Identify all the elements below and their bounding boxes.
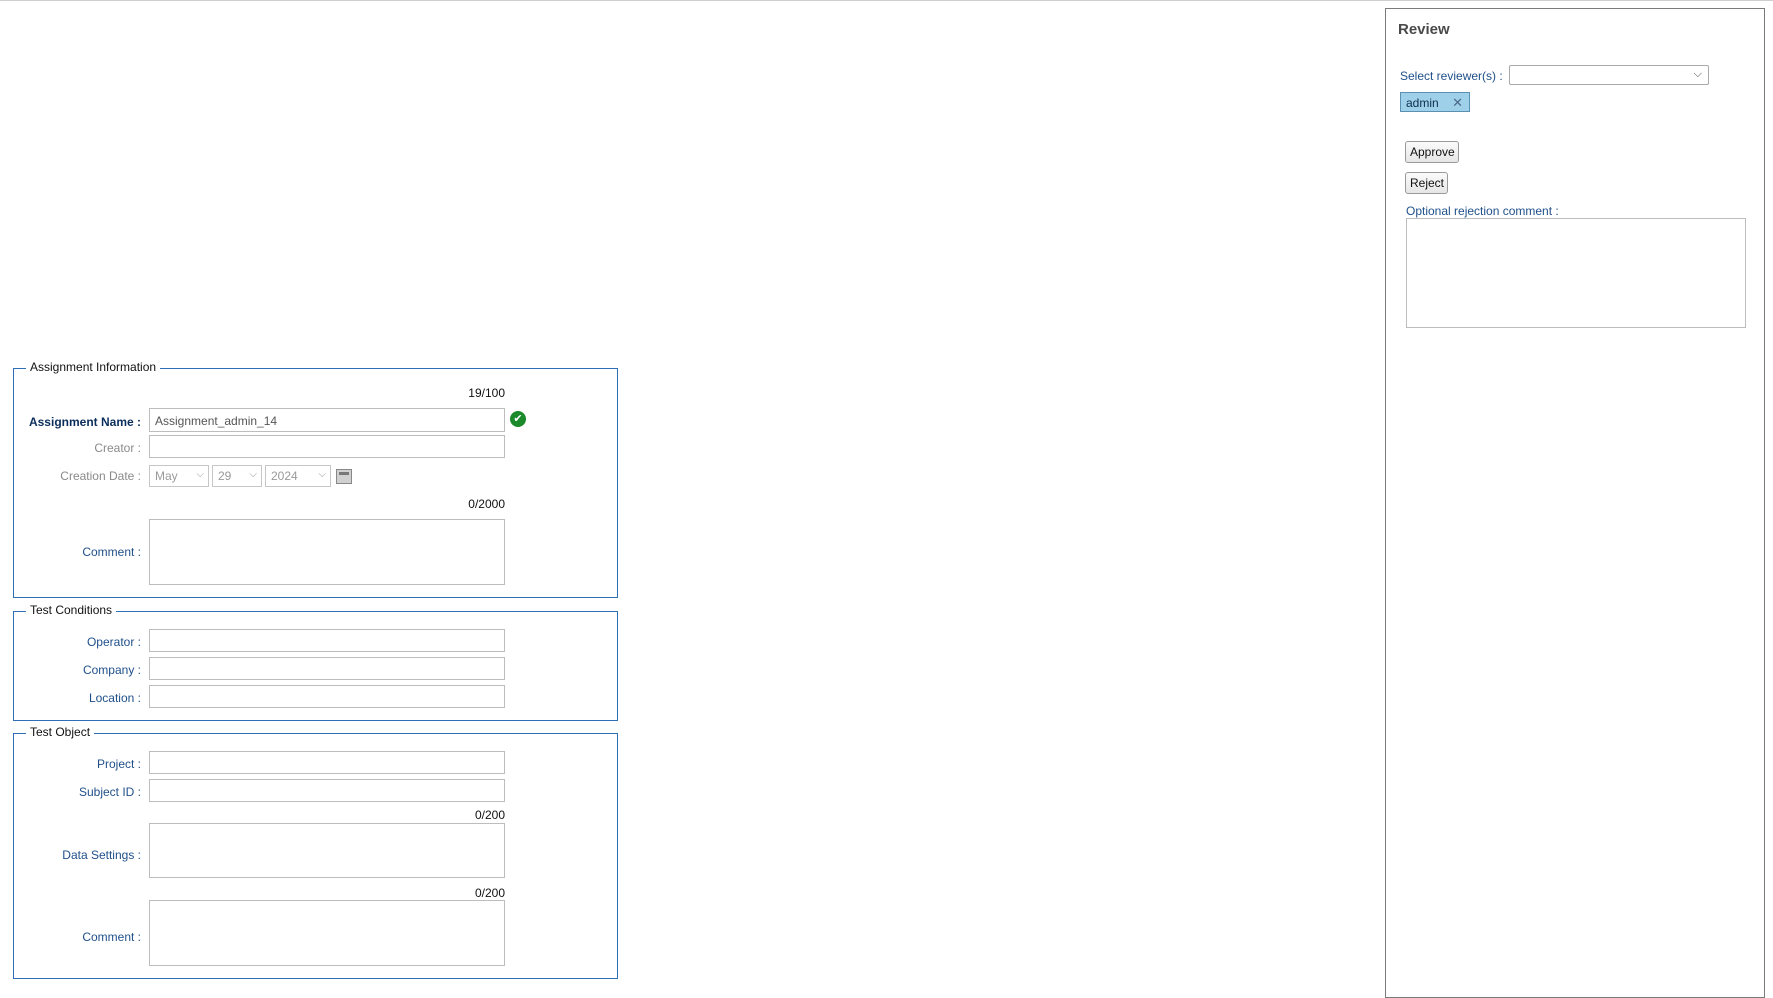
operator-label: Operator : [86, 635, 141, 649]
project-input[interactable] [149, 751, 505, 774]
project-label: Project : [96, 757, 141, 771]
location-input[interactable] [149, 685, 505, 708]
data-settings-counter: 0/200 [474, 808, 505, 822]
reject-button[interactable]: Reject [1405, 172, 1448, 194]
chevron-down-icon: ⌵ [318, 469, 326, 480]
creator-label: Creator : [94, 441, 141, 455]
data-settings-label: Data Settings : [62, 848, 141, 862]
creator-input[interactable] [149, 435, 505, 458]
test-conditions-legend: Test Conditions [26, 603, 117, 617]
location-label: Location : [88, 691, 141, 705]
day-value: 29 [218, 469, 232, 483]
review-title: Review [1398, 21, 1450, 38]
reviewer-tag-label: admin [1406, 96, 1439, 110]
checkmark-icon: ✔ [510, 411, 526, 427]
remove-tag-icon[interactable]: ✕ [1452, 95, 1463, 111]
year-value: 2024 [271, 469, 298, 483]
reviewer-select[interactable]: ⌵ [1509, 65, 1709, 85]
chevron-down-icon: ⌵ [1693, 68, 1702, 80]
review-panel: Review Select reviewer(s) : ⌵ admin ✕ Ap… [1385, 8, 1765, 998]
month-select[interactable]: May ⌵ [149, 465, 209, 487]
test-object-comment-counter: 0/200 [474, 886, 505, 900]
data-settings-textarea[interactable] [149, 823, 505, 878]
assignment-information-fieldset: Assignment Information 19/100 Assignment… [13, 360, 618, 598]
subject-id-label: Subject ID : [78, 785, 141, 799]
creation-date-label: Creation Date : [60, 469, 141, 483]
test-object-fieldset: Test Object Project : Subject ID : 0/200… [13, 725, 618, 979]
company-label: Company : [82, 663, 141, 677]
test-object-comment-textarea[interactable] [149, 900, 505, 966]
comment-label: Comment : [82, 545, 141, 559]
assignment-name-value: Assignment_admin_14 [155, 414, 278, 428]
rejection-comment-label: Optional rejection comment : [1406, 204, 1559, 218]
test-conditions-fieldset: Test Conditions Operator : Company : Loc… [13, 603, 618, 721]
reviewer-select-label: Select reviewer(s) : [1400, 69, 1503, 83]
month-value: May [155, 469, 178, 483]
chevron-down-icon: ⌵ [196, 469, 204, 480]
assignment-information-legend: Assignment Information [26, 360, 161, 374]
assignment-name-counter: 19/100 [468, 386, 505, 400]
test-object-comment-label: Comment : [82, 930, 141, 944]
day-select[interactable]: 29 ⌵ [212, 465, 262, 487]
comment-counter: 0/2000 [468, 497, 505, 511]
reviewer-tag: admin ✕ [1400, 92, 1470, 112]
rejection-comment-textarea[interactable] [1406, 218, 1746, 328]
company-input[interactable] [149, 657, 505, 680]
subject-id-input[interactable] [149, 779, 505, 802]
year-select[interactable]: 2024 ⌵ [265, 465, 331, 487]
test-object-legend: Test Object [26, 725, 95, 739]
calendar-icon[interactable] [336, 469, 352, 484]
chevron-down-icon: ⌵ [249, 469, 257, 480]
top-divider [0, 0, 1773, 1]
assignment-name-input[interactable]: Assignment_admin_14 [149, 408, 505, 432]
operator-input[interactable] [149, 629, 505, 652]
approve-button[interactable]: Approve [1405, 141, 1459, 163]
comment-textarea[interactable] [149, 519, 505, 585]
assignment-name-label: Assignment Name : [28, 415, 141, 429]
